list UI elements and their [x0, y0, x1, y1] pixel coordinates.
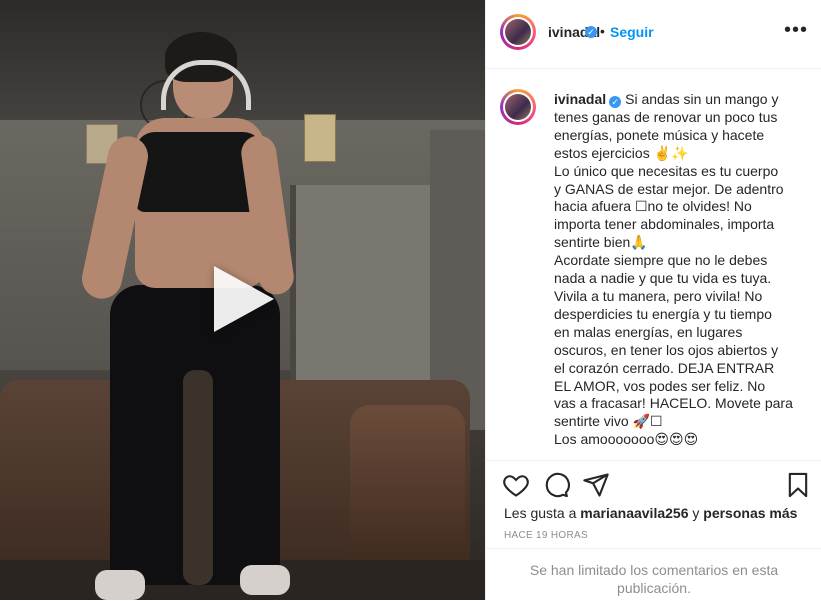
person-shoe-left: [95, 570, 145, 600]
caption-line: Lo único que necesitas es tu cuerpo: [554, 162, 779, 179]
caption-line: estos ejercicios ✌️✨: [554, 144, 689, 161]
comment-icon[interactable]: [542, 471, 570, 499]
caption-line: en malas energías, en lugares: [554, 323, 743, 340]
caption-body: Si andas sin un mango y tenes ganas de re…: [554, 91, 793, 447]
caption-line: desperdicies tu energía y tu tiempo: [554, 305, 772, 322]
verified-badge-icon: ✓: [609, 96, 622, 108]
caption-text: ivinadal ✓ Si andas sin un mango y tenes ga…: [554, 91, 804, 449]
likes-others-link[interactable]: personas más: [703, 505, 797, 521]
caption-line: EL AMOR, vos podes ser feliz. No: [554, 377, 766, 394]
caption-section: ivinadal ✓ Si andas sin un mango y tenes ga…: [486, 69, 821, 459]
more-options-icon[interactable]: •••: [784, 20, 808, 40]
caption-line: oscuros, en tener los ojos abiertos y: [554, 341, 779, 358]
caption-line: Acordate siempre que no le debes: [554, 252, 768, 269]
post-header: ivinadal ✓ • Seguir •••: [486, 0, 821, 69]
caption-line: el corazón cerrado. DEJA ENTRAR: [554, 359, 775, 376]
post-details-panel: ivinadal ✓ • Seguir ••• ivinadal ✓ Si anda…: [485, 0, 821, 600]
likes-summary: Les gusta a marianaavila256 y personas m…: [504, 505, 797, 521]
caption-line: importa tener abdominales, importa: [554, 216, 775, 233]
post-timestamp[interactable]: HACE 19 HORAS: [504, 530, 588, 541]
follow-button[interactable]: Seguir: [610, 24, 654, 40]
caption-line: sentirte vivo 🚀☐: [554, 413, 663, 430]
bookmark-icon[interactable]: [784, 471, 812, 499]
video-poster: [304, 114, 336, 162]
caption-line: energías, ponete música y hacete: [554, 126, 765, 143]
avatar[interactable]: [500, 89, 536, 125]
post-actions: [486, 460, 821, 511]
avatar[interactable]: [500, 14, 536, 50]
caption-line: y GANAS de estar mejor. De adentro: [554, 180, 784, 197]
share-icon[interactable]: [582, 471, 610, 499]
heart-icon[interactable]: [502, 471, 530, 499]
verified-badge-icon: ✓: [585, 26, 597, 38]
caption-line: sentirte bien🙏: [554, 234, 648, 251]
caption-line: tenes ganas de renovar un poco tus: [554, 108, 778, 125]
post-video[interactable]: [0, 0, 485, 600]
video-sofa-arm: [350, 405, 465, 580]
play-icon[interactable]: [214, 266, 274, 332]
comments-limited-text: Se han limitado los comentarios en esta …: [529, 562, 779, 596]
person-leg-gap: [183, 370, 213, 585]
likes-middle: y: [688, 505, 704, 521]
caption-line: Los amooooooo😍😍😍: [554, 431, 699, 448]
caption-line: Vivila a tu manera, pero vivila! No: [554, 287, 763, 304]
caption-line: Si andas sin un mango y: [625, 91, 779, 107]
likes-prefix: Les gusta a: [504, 505, 581, 521]
caption-line: nada a nadie y que tu vida es tuya.: [554, 270, 772, 287]
video-background-door: [290, 185, 436, 395]
person-shoe-right: [240, 565, 290, 595]
caption-line: vas a fracasar! HACELO. Movete para: [554, 395, 793, 412]
caption-username[interactable]: ivinadal: [554, 91, 606, 107]
caption-line: hacia afuera ☐no te olvides! No: [554, 198, 752, 215]
liker-username[interactable]: marianaavila256: [580, 505, 688, 521]
comments-limited-notice: Se han limitado los comentarios en esta …: [486, 548, 821, 601]
separator-dot: •: [600, 23, 605, 39]
